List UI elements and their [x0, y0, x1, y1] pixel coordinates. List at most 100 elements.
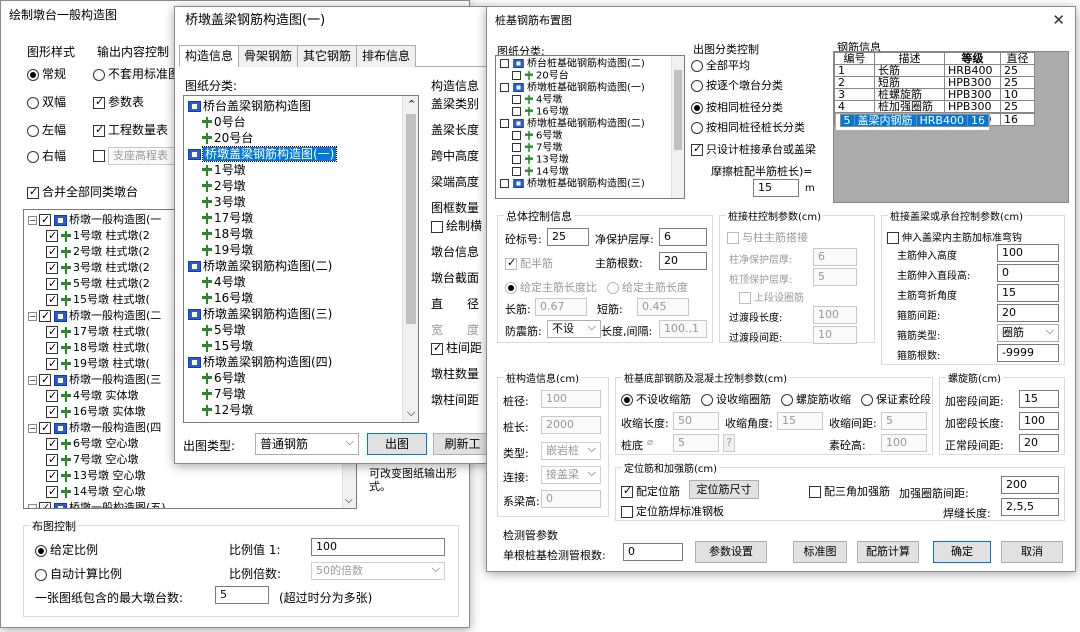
checkbox-icon[interactable]: [39, 372, 51, 388]
table-row[interactable]: 5 盖梁内钢筋 HRB400 16: [834, 112, 990, 131]
bottom-option-radio[interactable]: 螺旋筋收缩: [781, 391, 851, 407]
tree-leaf-item[interactable]: 13号墩: [496, 154, 684, 166]
tree-leaf-item[interactable]: 7号墩: [496, 142, 684, 154]
checkbox-icon[interactable]: [46, 404, 58, 420]
tree-leaf-item[interactable]: 6号墩: [496, 130, 684, 142]
pile-dia-input[interactable]: 100: [541, 390, 601, 408]
checkbox-icon[interactable]: [46, 276, 58, 292]
tab-0[interactable]: 构造信息: [179, 45, 240, 67]
spiral-input[interactable]: 20: [1019, 434, 1059, 452]
detect-input[interactable]: 0: [623, 543, 683, 561]
tree-leaf-item[interactable]: 5号墩: [184, 322, 418, 338]
param-table-checkbox[interactable]: 参数表: [93, 93, 144, 110]
tie-input[interactable]: 0: [541, 490, 601, 508]
loc-bar-checkbox[interactable]: 配定位筋: [621, 483, 680, 499]
tree-folder-item[interactable]: − 桥墩一般构造图(五): [24, 500, 356, 508]
kind-select[interactable]: 嵌岩桩: [541, 441, 601, 460]
tree-leaf-item[interactable]: 16号墩: [184, 290, 418, 306]
upper-ring-checkbox[interactable]: 上段设圈筋: [739, 289, 804, 304]
steel-table[interactable]: 编号 描述 等级 直径 1 长筋 HRB400 25 2 短筋 HPB300 25 3 桩螺旋筋 HPB30…: [834, 52, 1035, 131]
class-option-radio[interactable]: 按逐个墩台分类: [691, 77, 783, 93]
tree-leaf-item[interactable]: 4号墩: [496, 94, 684, 106]
checkbox-icon[interactable]: [46, 340, 58, 356]
extend-checkbox[interactable]: 伸入盖梁内主筋加标准弯钩: [887, 229, 1022, 244]
checkbox-icon[interactable]: [46, 452, 58, 468]
tree-leaf-item[interactable]: 13号墩 空心墩: [24, 468, 356, 484]
tree-leaf-item[interactable]: 7号墩: [184, 386, 418, 402]
ratio-value-input[interactable]: 100: [311, 538, 445, 556]
base-help-button[interactable]: ?: [723, 434, 735, 452]
checkbox-icon[interactable]: [512, 71, 521, 80]
collapse-icon[interactable]: −: [28, 375, 37, 385]
param-settings-button[interactable]: 参数设置: [695, 541, 767, 563]
checkbox-icon[interactable]: [46, 292, 58, 308]
cap-param-input[interactable]: 100: [997, 244, 1059, 262]
tree-folder-item[interactable]: 桥台盖梁钢筋构造图: [184, 98, 418, 114]
drawing-tree[interactable]: 桥台桩基础钢筋构造图(二) 20号台 桥墩桩基础钢筋构造图(一) 4号墩 16号墩 桥墩桩…: [495, 55, 685, 199]
main-count-input[interactable]: 20: [659, 252, 707, 270]
no-std-radio[interactable]: 不套用标准图: [93, 65, 180, 82]
max-count-input[interactable]: 5: [215, 586, 269, 604]
checkbox-icon[interactable]: [39, 420, 51, 436]
pile-top-input[interactable]: 5: [813, 268, 857, 286]
collapse-icon[interactable]: −: [28, 311, 37, 321]
checkbox-icon[interactable]: [46, 260, 58, 276]
checkbox-icon[interactable]: [46, 484, 58, 500]
auto-ratio-radio[interactable]: 自动计算比例: [35, 565, 122, 582]
long-input[interactable]: 0.67: [535, 298, 587, 316]
checkbox-icon[interactable]: [500, 59, 509, 68]
style-left-radio[interactable]: 左幅: [27, 121, 66, 138]
shrink-sp-input[interactable]: 5: [881, 412, 927, 430]
scroll-up-icon[interactable]: ⌃: [407, 98, 416, 111]
quake-len-input[interactable]: 100.,1: [659, 320, 707, 338]
checkbox-icon[interactable]: [39, 212, 51, 228]
checkbox-icon[interactable]: [46, 244, 58, 260]
tree-folder-item[interactable]: 桥墩盖梁钢筋构造图(三): [184, 306, 418, 322]
weld-len-input[interactable]: 2,5,5: [1001, 498, 1059, 516]
given-ratio-radio[interactable]: 给定比例: [35, 541, 98, 558]
tree-leaf-item[interactable]: 15号墩: [184, 338, 418, 354]
info-checkbox[interactable]: 柱间距: [431, 339, 482, 356]
class-option-radio[interactable]: 按相同桩径桩长分类: [691, 119, 805, 135]
only-cap-checkbox[interactable]: 只设计桩接承台或盖梁: [691, 141, 816, 157]
trans-sp-input[interactable]: 10: [813, 326, 857, 344]
cover-input[interactable]: 6: [659, 228, 707, 246]
tree-folder-item[interactable]: 桥墩盖梁钢筋构造图(一): [184, 146, 418, 162]
hoop-count-input[interactable]: -9999: [997, 344, 1059, 362]
tree-leaf-item[interactable]: 0号台: [184, 114, 418, 130]
type-select[interactable]: 普通钢筋: [255, 432, 359, 455]
class-option-radio[interactable]: 按相同桩径分类: [691, 99, 783, 115]
checkbox-icon[interactable]: [46, 468, 58, 484]
checkbox-icon[interactable]: [512, 155, 521, 164]
cancel-button[interactable]: 取消: [1001, 541, 1063, 563]
checkbox-icon[interactable]: [512, 167, 521, 176]
tree-leaf-item[interactable]: 18号墩: [184, 226, 418, 242]
weld-std-checkbox[interactable]: 定位筋焊标准钢板: [621, 503, 724, 519]
cap-param-input[interactable]: 0: [997, 264, 1059, 282]
col-cover-input[interactable]: 6: [813, 248, 857, 266]
drawing-tree[interactable]: 桥台盖梁钢筋构造图 0号台 20号台 桥墩盖梁钢筋构造图(一) 1号墩 2号墩 3号墩 17号…: [183, 95, 419, 423]
quantity-table-checkbox[interactable]: 工程数量表: [93, 121, 168, 138]
pile-len-input[interactable]: 2000: [541, 416, 601, 434]
tree-folder-item[interactable]: 桥墩桩基础钢筋构造图(一): [496, 82, 684, 94]
refresh-button[interactable]: 刷新工: [433, 433, 491, 455]
tree-folder-item[interactable]: 桥墩桩基础钢筋构造图(三): [496, 178, 684, 190]
spiral-input[interactable]: 15: [1019, 390, 1059, 408]
tree-leaf-item[interactable]: 6号墩: [184, 370, 418, 386]
tree-scrollbar[interactable]: [671, 56, 684, 198]
trans-len-input[interactable]: 100: [813, 306, 857, 324]
style-double-radio[interactable]: 双幅: [27, 93, 66, 110]
tree-leaf-item[interactable]: 14号墩 空心墩: [24, 484, 356, 500]
table-row[interactable]: 1 长筋 HRB400 25: [834, 64, 1035, 77]
short-input[interactable]: 0.45: [637, 298, 689, 316]
checkbox-icon[interactable]: [512, 143, 521, 152]
scrollbar-thumb[interactable]: [406, 114, 416, 324]
tree-scrollbar[interactable]: ⌃ ⌵: [402, 96, 418, 422]
checkbox-icon[interactable]: [500, 83, 509, 92]
bottom-option-radio[interactable]: 保证素砼段: [861, 391, 931, 407]
checkbox-icon[interactable]: [500, 119, 509, 128]
close-icon[interactable]: ✕: [1052, 11, 1065, 29]
tree-leaf-item[interactable]: 1号墩: [184, 162, 418, 178]
class-option-radio[interactable]: 全部平均: [691, 57, 750, 73]
scrollbar-thumb[interactable]: [674, 70, 682, 150]
